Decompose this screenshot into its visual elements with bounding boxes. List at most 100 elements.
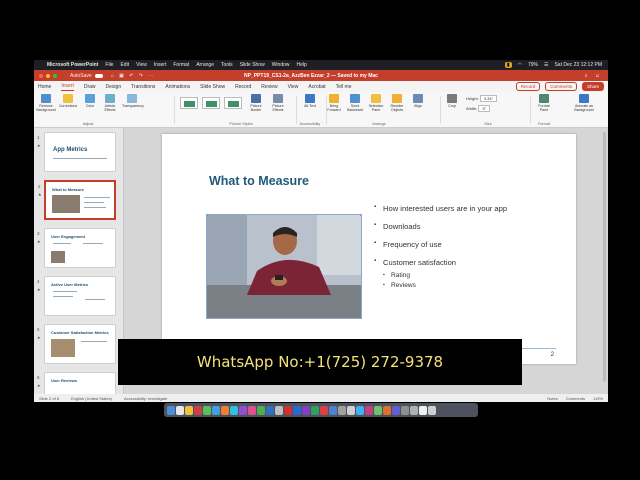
quick-access-toolbar[interactable]: ⌂ ▣ ↶ ↷ ⋯ — [111, 73, 156, 79]
minimize-window-icon[interactable] — [46, 73, 50, 78]
dock-app-icon[interactable] — [347, 405, 355, 415]
height-input[interactable]: 3.34" — [479, 95, 498, 102]
dock-app-icon[interactable] — [284, 405, 292, 415]
slide-bullet-list[interactable]: How interested users are in your app Dow… — [374, 204, 574, 296]
tab-view[interactable]: View — [288, 84, 299, 90]
menu-app-name[interactable]: Microsoft PowerPoint — [47, 62, 98, 68]
slide-title[interactable]: What to Measure — [209, 174, 309, 188]
tab-insert[interactable]: Insert — [61, 83, 74, 91]
menu-tools[interactable]: Tools — [221, 62, 233, 68]
zoom-window-icon[interactable] — [53, 73, 57, 78]
tab-acrobat[interactable]: Acrobat — [308, 84, 325, 90]
slide-photo[interactable] — [206, 214, 362, 319]
control-center-icon[interactable]: ☰ — [544, 62, 548, 68]
resize-handle[interactable] — [360, 317, 361, 318]
accessibility-status[interactable]: Accessibility: Investigate — [124, 396, 167, 401]
dock-app-icon[interactable] — [365, 405, 373, 415]
zoom-level[interactable]: 119% — [593, 396, 603, 401]
tab-animations[interactable]: Animations — [165, 84, 190, 90]
dock-app-icon[interactable] — [266, 405, 274, 415]
dock-app-icon[interactable] — [194, 405, 202, 415]
dock-app-icon[interactable] — [248, 405, 256, 415]
dock-app-icon[interactable] — [338, 405, 346, 415]
record-button[interactable]: Record — [515, 82, 541, 91]
slide-thumbnail-selected[interactable]: 2 ★ What to Measure — [38, 180, 116, 220]
send-backward-button[interactable]: Send Backward — [345, 94, 365, 112]
resize-handle[interactable] — [360, 215, 361, 216]
menu-insert[interactable]: Insert — [154, 62, 167, 68]
format-pane-button[interactable]: Format Pane — [534, 94, 554, 112]
tab-slide-show[interactable]: Slide Show — [200, 84, 225, 90]
dock-app-icon[interactable] — [320, 405, 328, 415]
width-field[interactable]: Width: 5" — [466, 105, 491, 112]
bring-forward-button[interactable]: Bring Forward — [324, 94, 344, 112]
menu-file[interactable]: File — [105, 62, 113, 68]
dock-app-icon[interactable] — [401, 405, 409, 415]
comments-status-button[interactable]: Comments — [566, 396, 585, 401]
selection-pane-button[interactable]: Selection Pane — [366, 94, 386, 112]
animate-as-background-button[interactable]: Animate as Background — [572, 94, 596, 112]
tab-review[interactable]: Review — [261, 84, 277, 90]
crop-button[interactable]: Crop — [442, 94, 462, 108]
dock-app-icon[interactable] — [329, 405, 337, 415]
dock-app-icon[interactable] — [383, 405, 391, 415]
picture-style-2[interactable] — [202, 97, 220, 109]
artistic-effects-button[interactable]: Artistic Effects — [100, 94, 120, 112]
dock-app-icon[interactable] — [356, 405, 364, 415]
dock-app-icon[interactable] — [374, 405, 382, 415]
dock-app-icon[interactable] — [167, 405, 175, 415]
menu-slide-show[interactable]: Slide Show — [240, 62, 265, 68]
dock-app-icon[interactable] — [176, 405, 184, 415]
dock-app-icon[interactable] — [419, 405, 427, 415]
dock-app-icon[interactable] — [302, 405, 310, 415]
alt-text-button[interactable]: Alt Text — [300, 94, 320, 108]
comments-button[interactable]: Comments — [545, 82, 577, 91]
dock-app-icon[interactable] — [293, 405, 301, 415]
height-field[interactable]: Height: 3.34" — [466, 95, 498, 102]
slide-thumbnail[interactable]: 4 ★ Active User Metrics — [37, 276, 116, 316]
tab-record[interactable]: Record — [235, 84, 251, 90]
menu-arrange[interactable]: Arrange — [196, 62, 214, 68]
align-button[interactable]: Align — [408, 94, 428, 108]
width-input[interactable]: 5" — [478, 105, 491, 112]
dock-app-icon[interactable] — [392, 405, 400, 415]
tab-tell-me[interactable]: Tell me — [336, 84, 352, 90]
menu-help[interactable]: Help — [297, 62, 307, 68]
dock-app-icon[interactable] — [185, 405, 193, 415]
slide-thumbnail[interactable]: 1 ★ App Metrics — [37, 132, 116, 172]
menu-view[interactable]: View — [136, 62, 147, 68]
picture-style-1[interactable] — [180, 97, 198, 109]
document-title[interactable]: NP_PPT19_CS1-2a_AzzBen Ezzar_2 — Saved t… — [244, 73, 378, 79]
picture-style-3[interactable] — [224, 97, 242, 109]
notes-button[interactable]: Notes — [547, 396, 557, 401]
status-icon[interactable]: ▮ — [504, 62, 512, 68]
close-window-icon[interactable] — [39, 73, 43, 78]
dock-app-icon[interactable] — [203, 405, 211, 415]
slide-thumbnail[interactable]: 5 ★ Customer Satisfaction Metrics — [37, 324, 116, 364]
autosave-toggle[interactable] — [94, 73, 103, 78]
picture-effects-button[interactable]: Picture Effects — [268, 94, 288, 112]
corrections-button[interactable]: Corrections — [58, 94, 78, 108]
dock-app-icon[interactable] — [257, 405, 265, 415]
dock-app-icon[interactable] — [239, 405, 247, 415]
wifi-icon[interactable]: ◠ — [518, 62, 522, 68]
dock-app-icon[interactable] — [275, 405, 283, 415]
tab-transitions[interactable]: Transitions — [131, 84, 155, 90]
reorder-objects-button[interactable]: Reorder Objects — [387, 94, 407, 112]
dock-app-icon[interactable] — [221, 405, 229, 415]
slide-thumbnail[interactable]: 3 ★ User Engagement — [37, 228, 116, 268]
color-button[interactable]: Color — [80, 94, 100, 108]
dock-app-icon[interactable] — [410, 405, 418, 415]
menu-edit[interactable]: Edit — [120, 62, 129, 68]
remove-background-button[interactable]: Remove Background — [36, 94, 56, 112]
vertical-scrollbar[interactable] — [603, 132, 606, 382]
dock-app-icon[interactable] — [212, 405, 220, 415]
dock-app-icon[interactable] — [428, 405, 436, 415]
menu-window[interactable]: Window — [272, 62, 290, 68]
slide-canvas[interactable]: What to Measure ▪ How interested users a… — [162, 134, 576, 364]
language-status[interactable]: English (United States) — [71, 396, 112, 401]
dock-app-icon[interactable] — [230, 405, 238, 415]
dock-app-icon[interactable] — [311, 405, 319, 415]
share-button[interactable]: Share — [581, 82, 604, 91]
transparency-button[interactable]: Transparency — [122, 94, 144, 108]
